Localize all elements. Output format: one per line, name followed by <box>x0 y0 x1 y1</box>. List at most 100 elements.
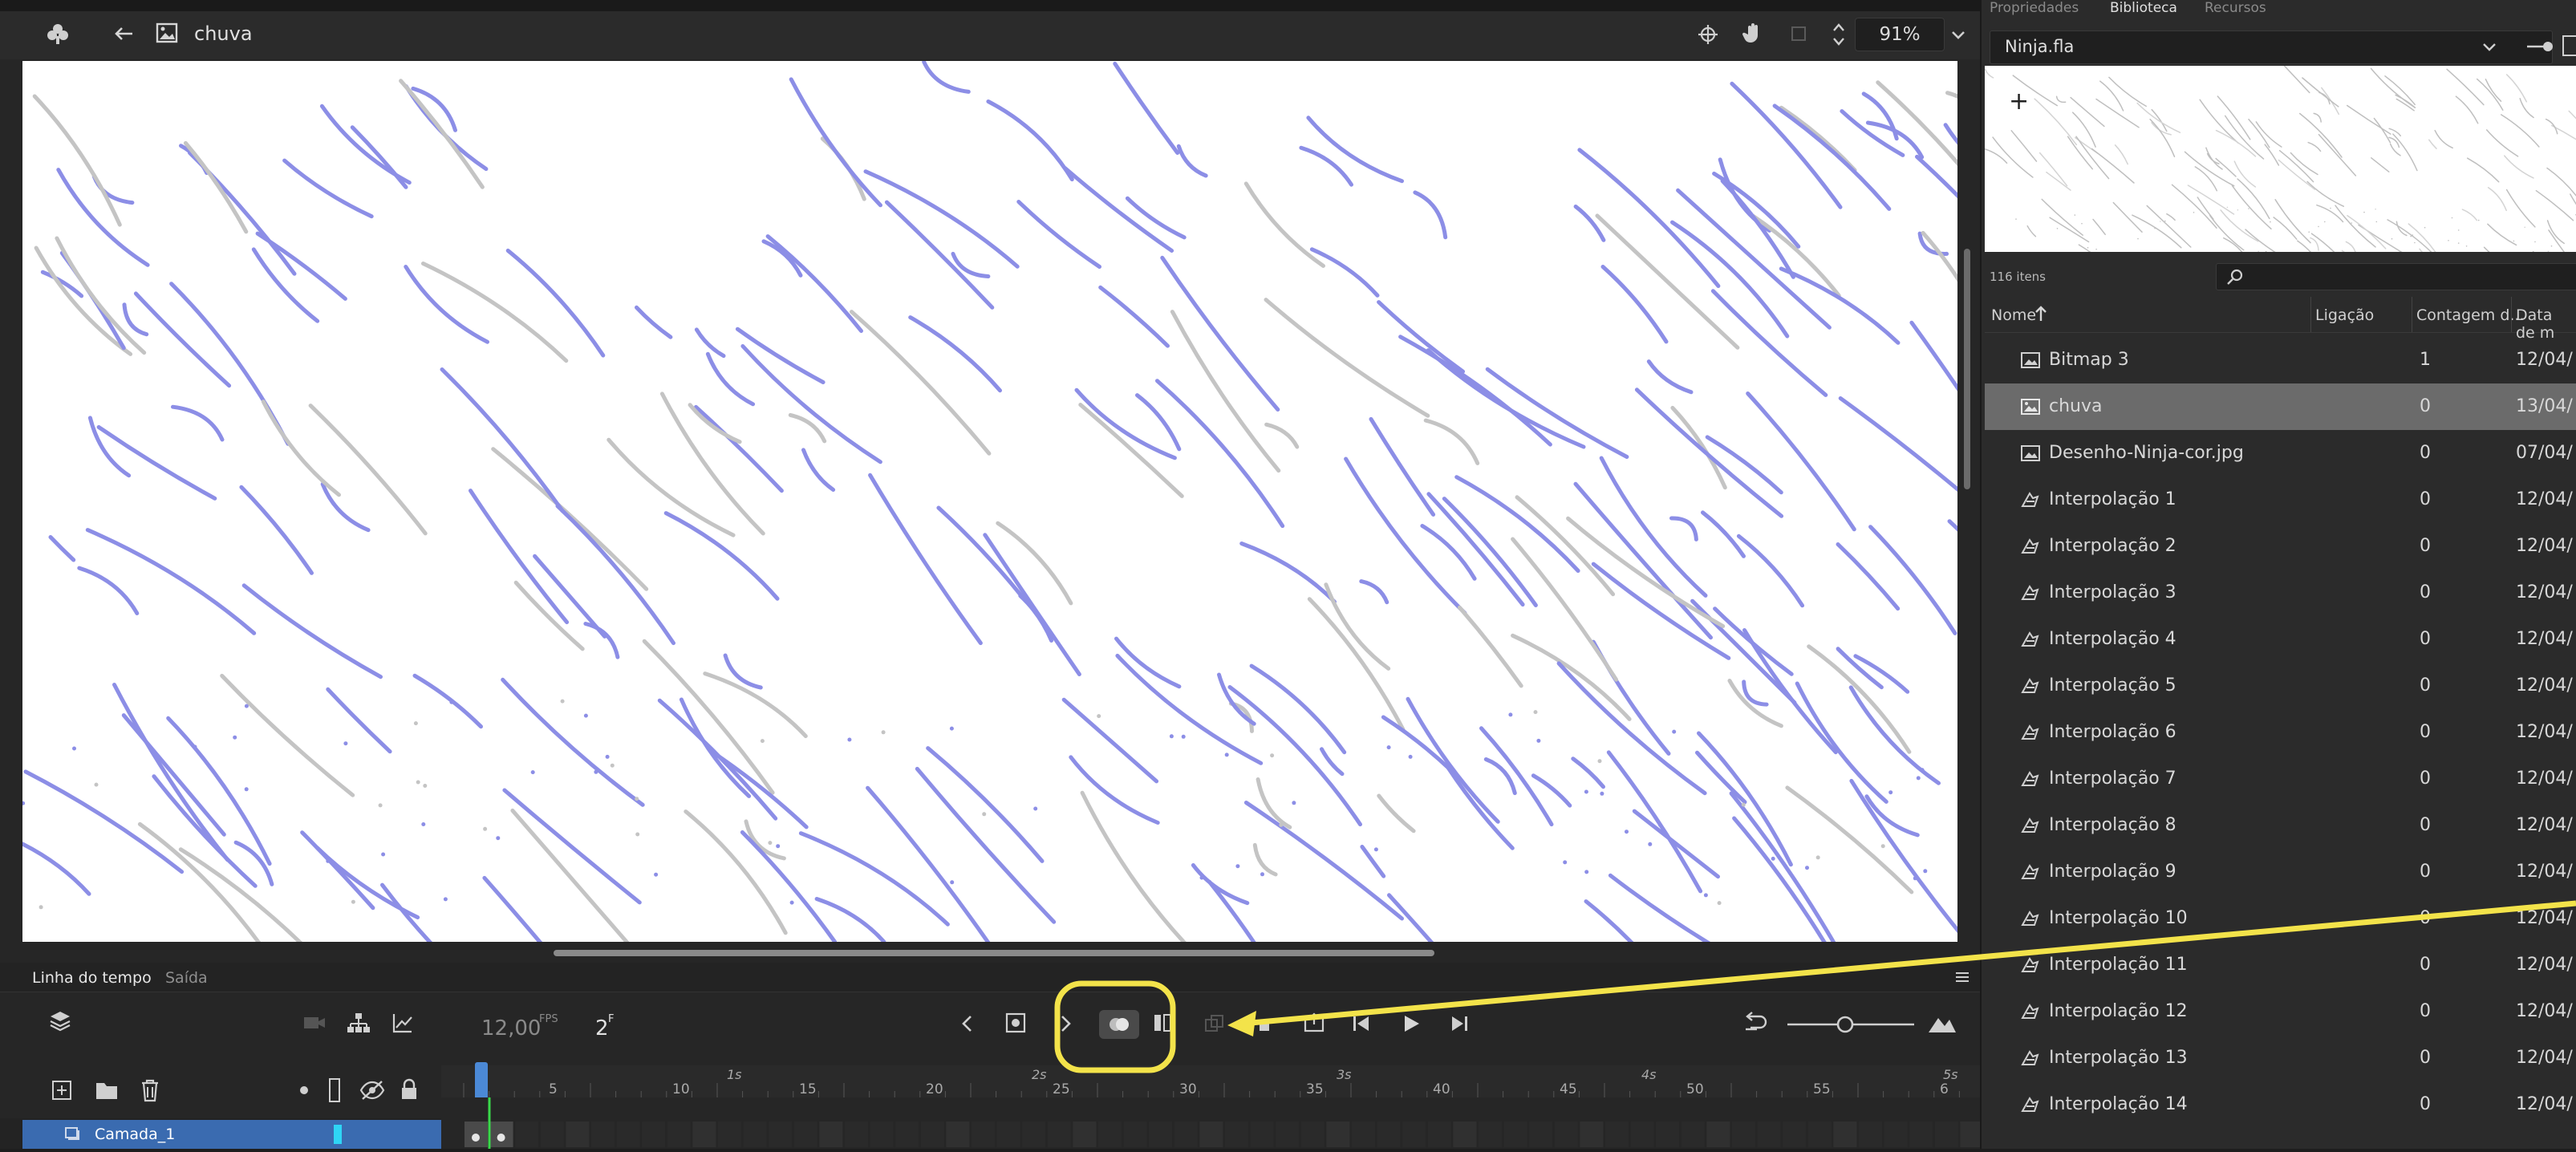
workspace-club-icon[interactable] <box>43 19 72 48</box>
frame-cell[interactable] <box>1073 1122 1096 1147</box>
library-item[interactable]: Interpolação 14012/04/ <box>1985 1081 2576 1128</box>
library-options-icon[interactable] <box>2562 35 2576 56</box>
previous-keyframe-icon[interactable] <box>959 1013 980 1037</box>
frame-cell[interactable] <box>1631 1122 1654 1147</box>
library-search-input[interactable] <box>2216 263 2576 290</box>
frame-grid[interactable] <box>441 1097 1980 1149</box>
frame-cell[interactable] <box>1833 1122 1856 1147</box>
library-item-selected[interactable]: chuva 0 13/04/ <box>1985 383 2576 430</box>
export-frame-icon[interactable] <box>1303 1012 1329 1037</box>
column-linkage[interactable]: Ligação <box>2315 306 2374 324</box>
new-folder-icon[interactable] <box>95 1080 120 1102</box>
frame-cell[interactable] <box>591 1122 615 1147</box>
library-item[interactable]: Interpolação 10012/04/ <box>1985 895 2576 942</box>
camera-icon[interactable] <box>303 1015 327 1034</box>
library-item[interactable]: Interpolação 4012/04/ <box>1985 616 2576 663</box>
library-item[interactable]: Interpolação 11012/04/ <box>1985 942 2576 988</box>
frame-cell[interactable] <box>1479 1122 1502 1147</box>
tab-timeline[interactable]: Linha do tempo <box>32 969 152 987</box>
frame-cell[interactable] <box>972 1122 995 1147</box>
zoom-input[interactable]: 91% <box>1855 18 1945 51</box>
frame-cell[interactable] <box>1504 1122 1527 1147</box>
frame-cell[interactable] <box>1276 1122 1299 1147</box>
frame-cell[interactable] <box>541 1122 564 1147</box>
rotate-hand-icon[interactable] <box>1739 19 1768 48</box>
frame-cell[interactable] <box>718 1122 741 1147</box>
library-item[interactable]: Interpolação 8012/04/ <box>1985 802 2576 849</box>
frame-cell[interactable] <box>1706 1122 1730 1147</box>
frame-cell[interactable] <box>692 1122 716 1147</box>
frame-cell[interactable] <box>642 1122 665 1147</box>
frame-cell[interactable] <box>1656 1122 1679 1147</box>
frame-cell[interactable] <box>1149 1122 1172 1147</box>
mountain-zoom-icon[interactable] <box>1927 1012 1959 1037</box>
frame-cell[interactable] <box>1580 1122 1603 1147</box>
pin-icon[interactable] <box>2525 37 2558 56</box>
new-layer-icon[interactable] <box>51 1080 74 1102</box>
frame-cell[interactable] <box>895 1122 919 1147</box>
back-arrow-icon[interactable] <box>109 21 138 47</box>
current-frame[interactable]: 2 <box>595 1016 609 1040</box>
library-item[interactable]: Interpolação 3012/04/ <box>1985 570 2576 616</box>
tab-output[interactable]: Saída <box>165 969 208 987</box>
frame-cell[interactable] <box>1859 1122 1882 1147</box>
library-item[interactable]: Interpolação 6012/04/ <box>1985 709 2576 756</box>
library-item[interactable]: Interpolação 2012/04/ <box>1985 523 2576 570</box>
frame-cell[interactable] <box>1048 1122 1071 1147</box>
column-divider[interactable] <box>2511 297 2512 332</box>
tab-resources[interactable]: Recursos <box>2205 0 2266 16</box>
frame-cell[interactable] <box>1960 1122 1980 1147</box>
frame-cell[interactable] <box>1529 1122 1552 1147</box>
frame-cell[interactable] <box>1199 1122 1223 1147</box>
stage-canvas[interactable] <box>22 61 1957 942</box>
library-item[interactable]: Interpolação 5012/04/ <box>1985 663 2576 709</box>
frame-cell[interactable] <box>1326 1122 1349 1147</box>
frame-cell[interactable] <box>1758 1122 1781 1147</box>
frame-cell[interactable] <box>1402 1122 1426 1147</box>
frame-cell[interactable] <box>1428 1122 1451 1147</box>
frame-cell[interactable] <box>1022 1122 1045 1147</box>
layers-icon[interactable] <box>48 1008 75 1036</box>
outline-icon[interactable] <box>329 1078 340 1102</box>
frame-cell[interactable] <box>921 1122 944 1147</box>
frame-cell[interactable] <box>946 1122 969 1147</box>
highlight-layer-dot-icon[interactable] <box>300 1086 308 1094</box>
lock-icon[interactable] <box>400 1078 420 1102</box>
delete-layer-icon[interactable] <box>140 1078 162 1104</box>
frame-cell[interactable] <box>744 1122 767 1147</box>
layer-name[interactable]: Camada_1 <box>95 1126 175 1143</box>
frame-ruler[interactable]: 1s 2s 3s 4s 5s 5 10 15 20 25 30 35 40 45… <box>441 1065 1980 1097</box>
frame-cell[interactable] <box>1377 1122 1401 1147</box>
library-item[interactable]: Desenho-Ninja-cor.jpg 0 07/04/ <box>1985 430 2576 477</box>
onion-skin-button[interactable] <box>1099 1010 1139 1039</box>
vertical-scrollbar[interactable] <box>1964 249 1970 489</box>
frame-cell[interactable] <box>997 1122 1020 1147</box>
frame-cell[interactable] <box>1251 1122 1274 1147</box>
frame-cell[interactable] <box>794 1122 817 1147</box>
panel-menu-icon[interactable] <box>1954 971 1972 985</box>
frame-cell[interactable] <box>1783 1122 1806 1147</box>
library-item[interactable]: Interpolação 7012/04/ <box>1985 756 2576 802</box>
frame-cell[interactable] <box>1605 1122 1629 1147</box>
hide-layer-eye-icon[interactable] <box>359 1080 385 1102</box>
frame-cell[interactable] <box>1124 1122 1147 1147</box>
sort-ascending-icon[interactable] <box>2034 305 2047 322</box>
insert-blank-frame-icon[interactable] <box>1258 1013 1276 1037</box>
library-item[interactable]: Interpolação 1012/04/ <box>1985 477 2576 523</box>
playhead[interactable] <box>475 1062 488 1097</box>
edit-multiple-frames-icon[interactable] <box>1152 1012 1178 1037</box>
frame-cell[interactable] <box>1935 1122 1958 1147</box>
next-keyframe-icon[interactable] <box>1057 1013 1077 1037</box>
frame-cell[interactable] <box>515 1122 538 1147</box>
frame-cell[interactable] <box>1732 1122 1755 1147</box>
horizontal-scrollbar[interactable] <box>554 950 1434 956</box>
frame-cell[interactable] <box>1174 1122 1198 1147</box>
loop-icon[interactable] <box>1203 1013 1229 1037</box>
parenting-icon[interactable] <box>347 1012 374 1037</box>
undo-view-icon[interactable] <box>1742 1012 1771 1037</box>
library-item[interactable]: Bitmap 3 1 12/04/ <box>1985 337 2576 383</box>
insert-keyframe-icon[interactable] <box>1004 1012 1030 1037</box>
zoom-stepper-icon[interactable] <box>1828 18 1850 51</box>
frame-cell[interactable] <box>1225 1122 1248 1147</box>
tab-properties[interactable]: Propriedades <box>1990 0 2079 16</box>
